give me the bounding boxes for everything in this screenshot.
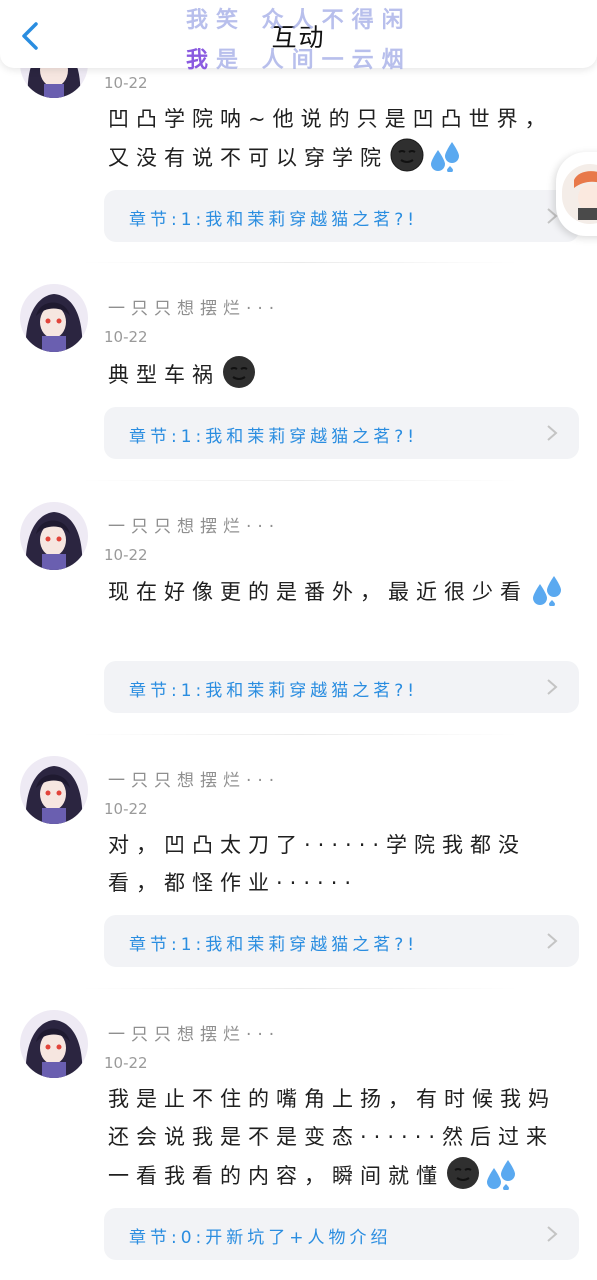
avatar[interactable]: [20, 502, 88, 570]
sweat-droplets-emoji: [428, 138, 462, 173]
comment-text: 对，凹凸太刀了······学院我都没看，都怪作业······: [108, 833, 527, 895]
divider: [80, 734, 520, 735]
comment-username[interactable]: 一只只想摆烂···: [108, 1020, 280, 1045]
dark-moon-face-emoji: [222, 355, 256, 389]
chevron-right-icon: [547, 1226, 558, 1242]
avatar[interactable]: [20, 1010, 88, 1078]
comment-text: 现在好像更的是番外，最近很少看: [108, 572, 578, 611]
dark-moon-face-emoji: [390, 138, 424, 172]
divider: [80, 480, 520, 481]
divider: [80, 262, 520, 263]
chapter-link[interactable]: 章节:1:我和茉莉穿越猫之茗?!: [104, 407, 579, 459]
chapter-link[interactable]: 章节:1:我和茉莉穿越猫之茗?!: [104, 661, 579, 713]
chapter-label: 章节:1:我和茉莉穿越猫之茗?!: [129, 935, 419, 955]
sweat-droplets-emoji: [530, 572, 564, 607]
avatar[interactable]: [20, 756, 88, 824]
chapter-link[interactable]: 章节:1:我和茉莉穿越猫之茗?!: [104, 915, 579, 967]
chapter-label: 章节:1:我和茉莉穿越猫之茗?!: [129, 210, 419, 230]
top-nav-bar: 互动 我笑 众人不得闲 我是 人间一云烟: [0, 0, 597, 73]
floating-avatar[interactable]: [556, 152, 597, 236]
watermark-text: 我是 人间一云烟: [186, 47, 412, 73]
interaction-page: 10-22 凹凸学院呐~他说的只是凹凸世界，又没有说不可以穿学院 章节:1:我和…: [0, 0, 597, 1280]
avatar[interactable]: [20, 284, 88, 352]
chapter-link[interactable]: 章节:0:开新坑了+人物介绍: [104, 1208, 579, 1260]
comment-date: 10-22: [104, 328, 148, 346]
comment-date: 10-22: [104, 800, 148, 818]
comment-date: 10-22: [104, 74, 148, 92]
chevron-right-icon: [547, 679, 558, 695]
chevron-right-icon: [547, 425, 558, 441]
watermark-text: 我笑 众人不得闲: [186, 7, 412, 33]
comment-username[interactable]: 一只只想摆烂···: [108, 766, 280, 791]
chevron-right-icon: [547, 933, 558, 949]
comment-date: 10-22: [104, 1054, 148, 1072]
comment-username[interactable]: 一只只想摆烂···: [108, 512, 280, 537]
chapter-link[interactable]: 章节:1:我和茉莉穿越猫之茗?!: [104, 190, 579, 242]
comment-username[interactable]: 一只只想摆烂···: [108, 294, 280, 319]
comment-text: 典型车祸: [108, 355, 578, 394]
dark-moon-face-emoji: [446, 1156, 480, 1190]
sweat-droplets-emoji: [484, 1156, 518, 1191]
comment-date: 10-22: [104, 546, 148, 564]
chapter-label: 章节:1:我和茉莉穿越猫之茗?!: [129, 681, 419, 701]
comment-text: 我是止不住的嘴角上扬，有时候我妈还会说我是不是变态······然后过来一看我看的…: [108, 1080, 578, 1195]
chapter-label: 章节:0:开新坑了+人物介绍: [129, 1228, 392, 1248]
chapter-label: 章节:1:我和茉莉穿越猫之茗?!: [129, 427, 419, 447]
divider: [80, 988, 520, 989]
comment-text: 凹凸学院呐~他说的只是凹凸世界，又没有说不可以穿学院: [108, 100, 578, 177]
